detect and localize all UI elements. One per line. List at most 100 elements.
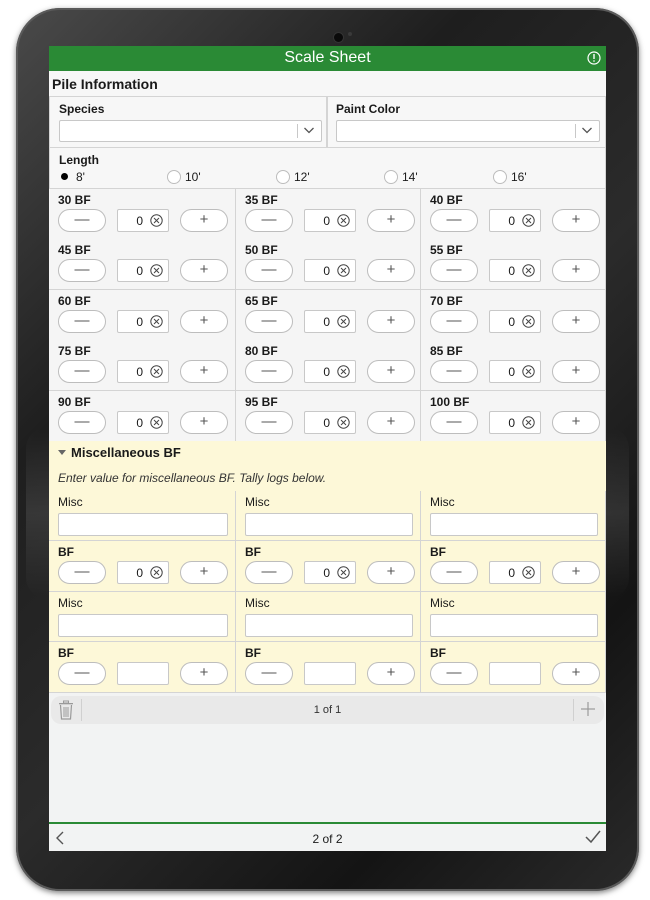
increment-button[interactable]: +	[367, 360, 415, 384]
increment-button[interactable]: +	[367, 209, 415, 232]
decrement-button[interactable]: —	[58, 561, 106, 584]
decrement-button[interactable]: —	[58, 209, 106, 232]
length-radio-1[interactable]: 10'	[167, 170, 201, 184]
length-radio-0[interactable]: 8'	[58, 170, 85, 184]
clear-icon[interactable]	[150, 566, 163, 579]
count-input[interactable]	[117, 662, 169, 685]
clear-icon[interactable]	[337, 566, 350, 579]
add-repeat-icon[interactable]	[580, 701, 596, 717]
clear-icon[interactable]	[337, 315, 350, 328]
count-input[interactable]: 0	[489, 561, 541, 584]
decrement-button[interactable]: —	[58, 360, 106, 384]
count-input[interactable]: 0	[489, 259, 541, 283]
count-input[interactable]: 0	[489, 209, 541, 232]
clear-icon[interactable]	[150, 214, 163, 227]
clear-icon[interactable]	[522, 264, 535, 278]
count-input[interactable]: 0	[117, 360, 169, 384]
increment-button[interactable]: +	[552, 410, 600, 434]
clear-icon[interactable]	[337, 365, 350, 378]
clear-icon[interactable]	[337, 415, 350, 429]
count-input[interactable]: 0	[304, 561, 356, 584]
increment-button[interactable]: +	[552, 360, 600, 384]
increment-button[interactable]: +	[367, 561, 415, 584]
decrement-button[interactable]: —	[245, 662, 293, 685]
count-input[interactable]: 0	[117, 561, 169, 584]
increment-button[interactable]: +	[552, 309, 600, 333]
increment-button[interactable]: +	[180, 360, 228, 384]
decrement-button[interactable]: —	[430, 259, 478, 283]
length-radio-3[interactable]: 14'	[384, 170, 418, 184]
clear-icon[interactable]	[150, 264, 163, 278]
misc-text-input[interactable]	[58, 614, 228, 637]
species-select[interactable]	[59, 120, 322, 142]
decrement-button[interactable]: —	[245, 259, 293, 283]
misc-section-header[interactable]: Miscellaneous BF	[49, 441, 606, 466]
misc-text-input[interactable]	[245, 614, 413, 637]
misc-text-input[interactable]	[245, 513, 413, 536]
increment-button[interactable]: +	[552, 561, 600, 584]
increment-button[interactable]: +	[180, 410, 228, 434]
decrement-button[interactable]: —	[245, 410, 293, 434]
count-input[interactable]	[489, 662, 541, 685]
decrement-button[interactable]: —	[245, 360, 293, 384]
count-input[interactable]	[304, 662, 356, 685]
decrement-button[interactable]: —	[430, 662, 478, 685]
decrement-button[interactable]: —	[58, 410, 106, 434]
count-input[interactable]: 0	[117, 259, 169, 283]
increment-button[interactable]: +	[367, 259, 415, 283]
clear-icon[interactable]	[337, 264, 350, 278]
count-input[interactable]: 0	[304, 410, 356, 434]
clear-icon[interactable]	[150, 315, 163, 328]
count-input[interactable]: 0	[489, 360, 541, 384]
decrement-button[interactable]: —	[430, 360, 478, 384]
increment-button[interactable]: +	[552, 259, 600, 283]
decrement-button[interactable]: —	[58, 259, 106, 283]
increment-button[interactable]: +	[367, 410, 415, 434]
increment-button[interactable]: +	[367, 309, 415, 333]
increment-button[interactable]: +	[552, 209, 600, 232]
decrement-button[interactable]: —	[430, 561, 478, 584]
decrement-button[interactable]: —	[58, 662, 106, 685]
tally-label: 30 BF	[58, 193, 91, 207]
clear-icon[interactable]	[150, 365, 163, 378]
increment-button[interactable]: +	[552, 662, 600, 685]
clear-icon[interactable]	[150, 415, 163, 429]
length-radio-2[interactable]: 12'	[276, 170, 310, 184]
count-input[interactable]: 0	[489, 309, 541, 333]
paint-color-select[interactable]	[336, 120, 600, 142]
count-input[interactable]: 0	[304, 360, 356, 384]
increment-button[interactable]: +	[180, 662, 228, 685]
count-input[interactable]: 0	[489, 410, 541, 434]
decrement-button[interactable]: —	[245, 209, 293, 232]
increment-button[interactable]: +	[180, 209, 228, 232]
misc-text-input[interactable]	[430, 614, 598, 637]
misc-text-input[interactable]	[430, 513, 598, 536]
count-input[interactable]: 0	[117, 209, 169, 232]
clear-icon[interactable]	[522, 566, 535, 579]
tally-cell: 45 BF — 0 +	[49, 239, 236, 291]
clear-icon[interactable]	[522, 415, 535, 429]
increment-button[interactable]: +	[180, 309, 228, 333]
clear-icon[interactable]	[522, 214, 535, 227]
count-input[interactable]: 0	[117, 309, 169, 333]
clear-icon[interactable]	[337, 214, 350, 227]
alert-icon[interactable]	[587, 51, 601, 65]
submit-check-icon[interactable]	[585, 830, 601, 844]
length-radio-4[interactable]: 16'	[493, 170, 527, 184]
decrement-button[interactable]: —	[430, 309, 478, 333]
decrement-button[interactable]: —	[430, 209, 478, 232]
increment-button[interactable]: +	[180, 561, 228, 584]
increment-button[interactable]: +	[367, 662, 415, 685]
increment-button[interactable]: +	[180, 259, 228, 283]
count-input[interactable]: 0	[304, 309, 356, 333]
clear-icon[interactable]	[522, 365, 535, 378]
misc-text-input[interactable]	[58, 513, 228, 536]
count-input[interactable]: 0	[304, 209, 356, 232]
count-input[interactable]: 0	[117, 410, 169, 434]
decrement-button[interactable]: —	[245, 309, 293, 333]
count-input[interactable]: 0	[304, 259, 356, 283]
clear-icon[interactable]	[522, 315, 535, 328]
decrement-button[interactable]: —	[245, 561, 293, 584]
decrement-button[interactable]: —	[58, 309, 106, 333]
decrement-button[interactable]: —	[430, 410, 478, 434]
